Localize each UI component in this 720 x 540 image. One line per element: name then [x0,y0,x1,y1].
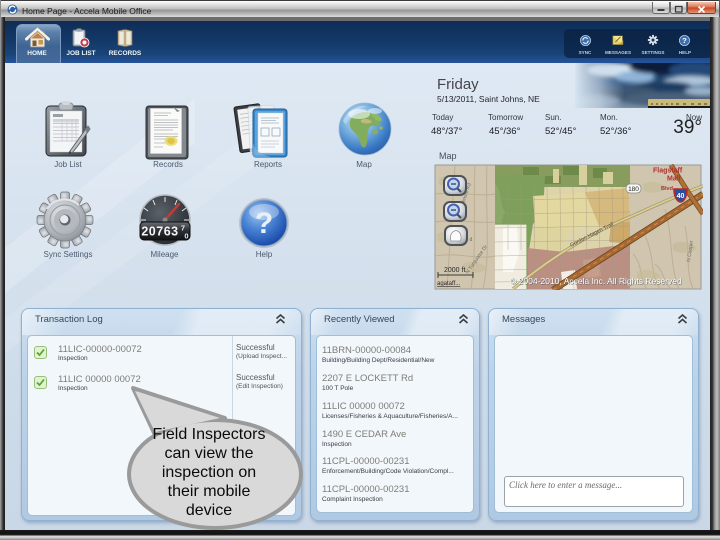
svg-text:© 2004-2010, Accela Inc. All R: © 2004-2010, Accela Inc. All Rights Rese… [510,276,682,286]
svg-text:Mall: Mall [667,176,681,183]
svg-text:Blvd: Blvd [661,186,673,192]
svg-text:agataff...: agataff... [437,281,461,287]
svg-text:inspection on: inspection on [162,464,256,481]
svg-text:180: 180 [628,186,639,193]
svg-text:20763: 20763 [141,225,178,239]
svg-text:40: 40 [677,193,685,200]
svg-text:their mobile: their mobile [168,483,251,500]
svg-text:Flagstaff: Flagstaff [653,168,683,175]
svg-text:can view the: can view the [165,445,254,462]
svg-text:Field Inspectors: Field Inspectors [153,426,266,443]
svg-text:0: 0 [184,232,188,241]
svg-text:?: ? [682,36,687,45]
svg-text:?: ? [255,207,273,240]
svg-text:2000 ft: 2000 ft [444,267,465,274]
svg-text:device: device [186,502,232,519]
